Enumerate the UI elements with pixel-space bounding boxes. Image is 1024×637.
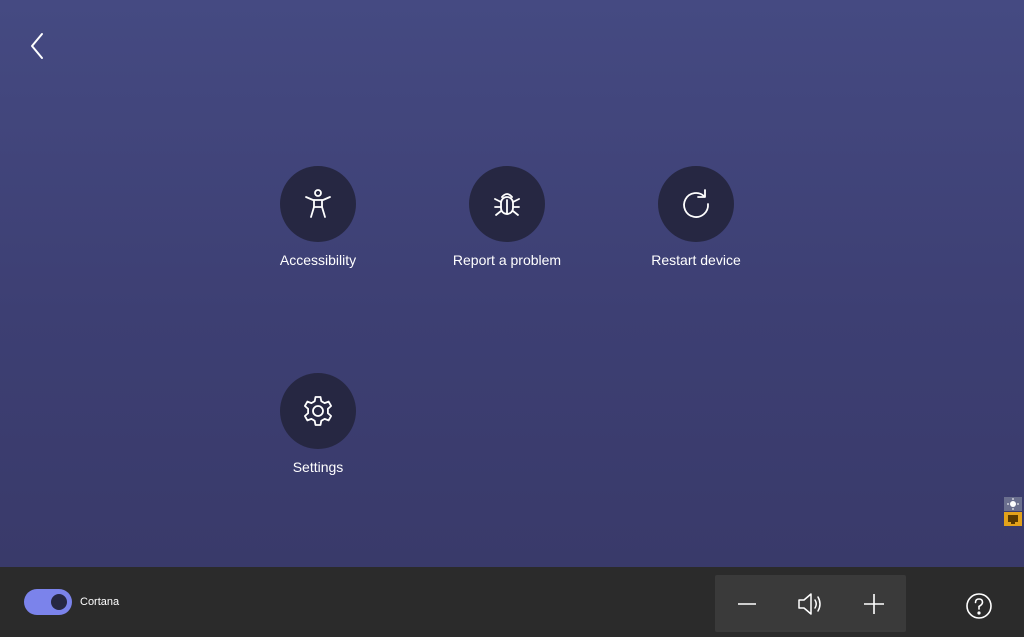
back-button[interactable] — [22, 30, 52, 62]
settings-label: Settings — [292, 459, 344, 475]
accessibility-label: Accessibility — [279, 252, 357, 268]
minus-icon — [737, 602, 756, 605]
volume-controls — [715, 575, 906, 632]
restart-device-label: Restart device — [651, 252, 741, 268]
restart-device-tile[interactable]: Restart device — [616, 166, 776, 286]
speaker-icon — [798, 592, 822, 615]
gear-icon — [304, 396, 332, 426]
chevron-left-icon — [31, 33, 43, 59]
plus-icon — [864, 593, 885, 614]
help-button[interactable] — [962, 589, 996, 623]
report-problem-label: Report a problem — [452, 252, 562, 268]
accessibility-icon — [305, 189, 331, 218]
settings-button[interactable] — [280, 373, 356, 449]
restart-device-button[interactable] — [658, 166, 734, 242]
bottom-bar: Cortana — [0, 567, 1024, 637]
sun-icon[interactable] — [1004, 497, 1022, 511]
volume-up-button[interactable] — [849, 579, 899, 629]
report-problem-button[interactable] — [469, 166, 545, 242]
mute-button[interactable] — [785, 579, 835, 629]
settings-tile[interactable]: Settings — [238, 373, 398, 493]
bug-icon — [494, 193, 520, 216]
main-panel: Accessibility Report a problem Restart d… — [0, 0, 1024, 567]
report-problem-tile[interactable]: Report a problem — [427, 166, 587, 286]
toggle-knob — [51, 594, 67, 610]
side-status-icons — [1004, 497, 1022, 527]
volume-down-button[interactable] — [722, 579, 772, 629]
monitor-icon[interactable] — [1004, 512, 1022, 526]
accessibility-tile[interactable]: Accessibility — [238, 166, 398, 286]
restart-icon — [683, 189, 709, 218]
accessibility-button[interactable] — [280, 166, 356, 242]
help-icon — [966, 593, 992, 619]
cortana-toggle[interactable] — [24, 589, 72, 615]
cortana-toggle-label: Cortana — [80, 596, 120, 608]
